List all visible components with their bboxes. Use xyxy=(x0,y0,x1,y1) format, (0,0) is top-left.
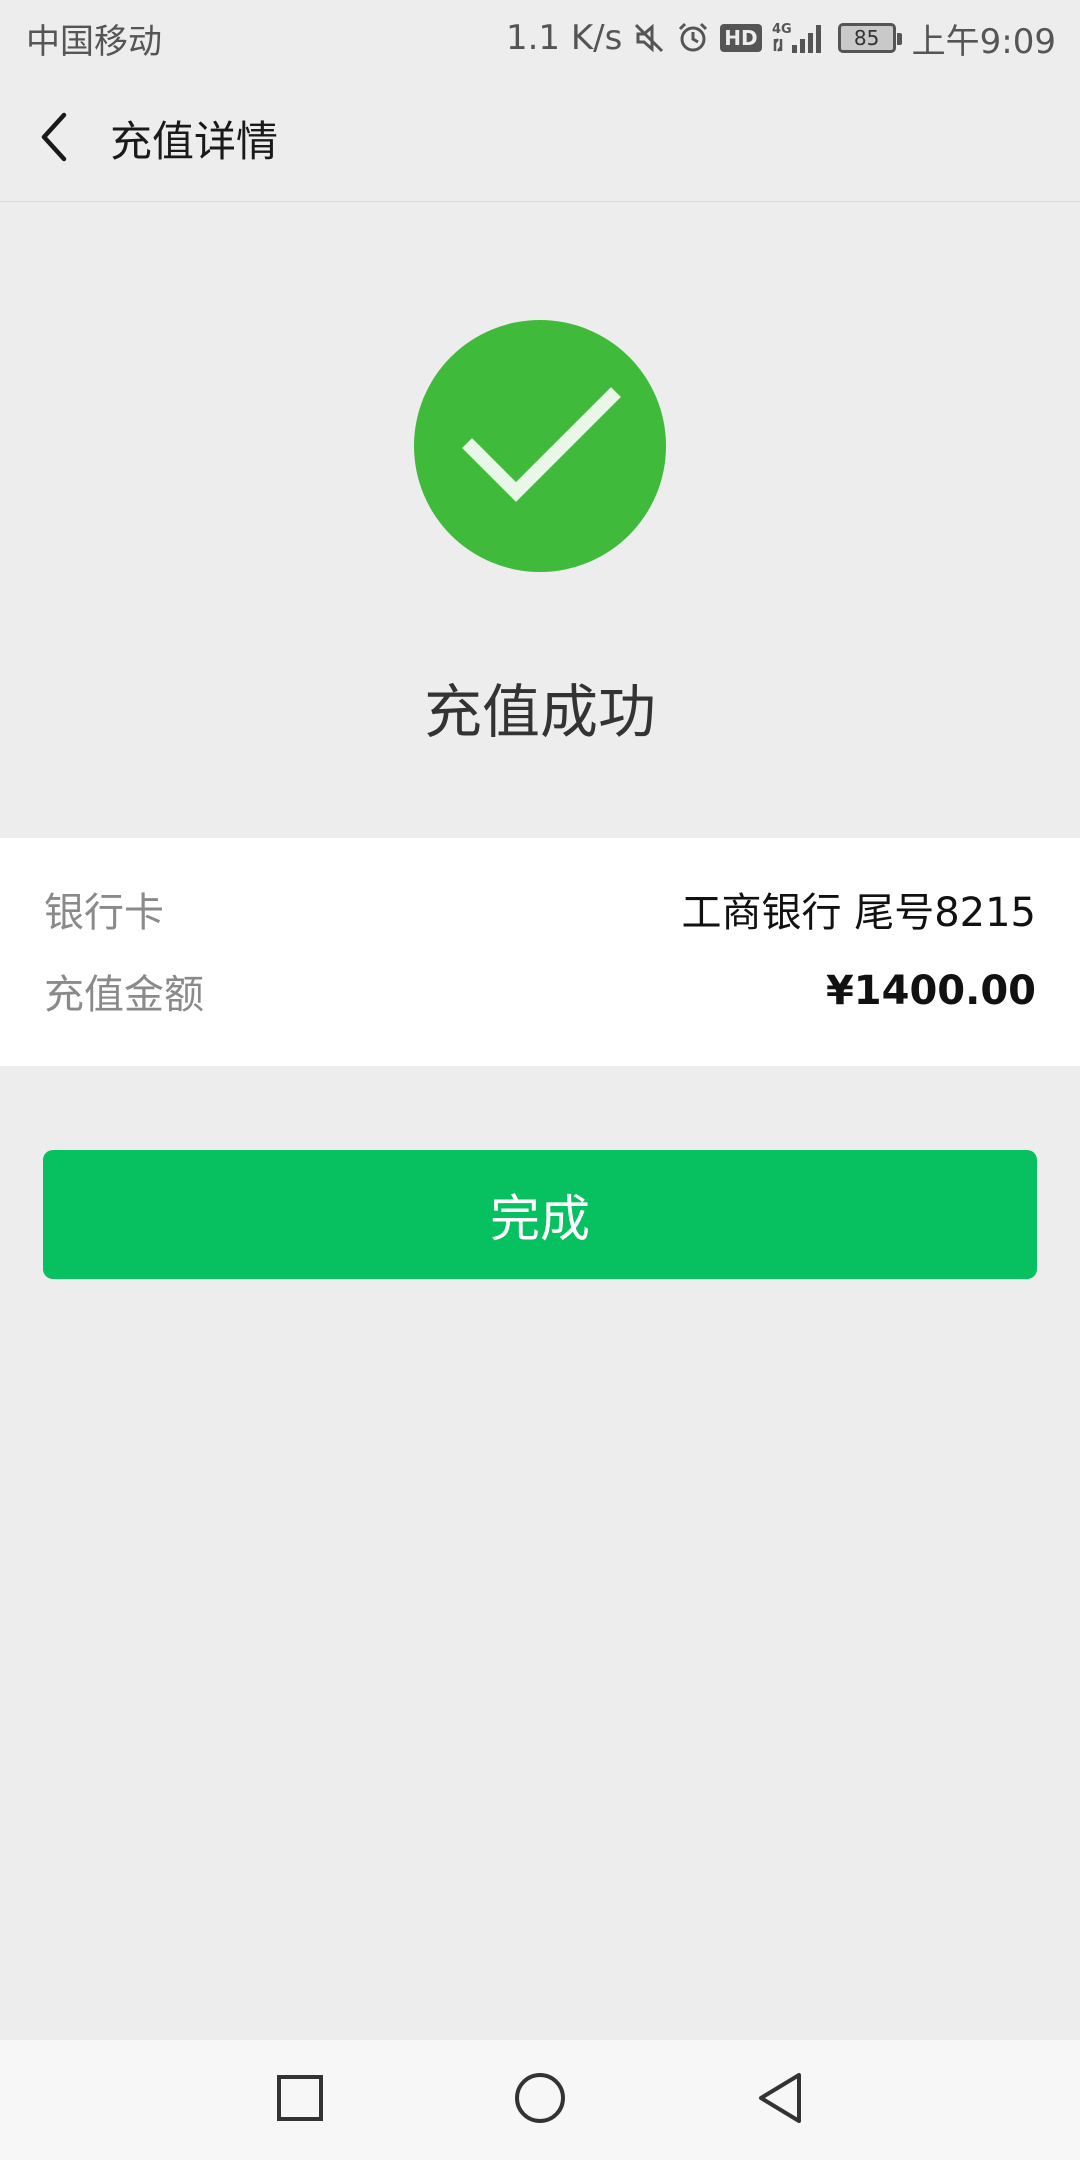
carrier-name: 中国移动 xyxy=(26,21,162,62)
bank-card-label: 银行卡 xyxy=(44,890,164,936)
recent-apps-button[interactable] xyxy=(240,2040,360,2160)
bank-card-row: 银行卡 工商银行 尾号8215 xyxy=(44,880,1036,938)
detail-card: 银行卡 工商银行 尾号8215 充值金额 ¥1400.00 xyxy=(0,838,1080,1066)
back-icon xyxy=(755,2071,805,2129)
amount-row: 充值金额 ¥1400.00 xyxy=(44,962,1036,1020)
recharge-detail-screen: 中国移动 1.1 K/s HD 4G 85 上午9:09 充值详情 充值成功 银… xyxy=(0,0,1080,2160)
amount-label: 充值金额 xyxy=(44,972,204,1018)
alarm-icon xyxy=(676,21,710,55)
result-title: 充值成功 xyxy=(423,678,656,746)
battery-icon: 85 xyxy=(837,23,902,53)
amount-value: ¥1400.00 xyxy=(825,968,1036,1014)
signal-icon: 4G xyxy=(772,21,828,55)
status-right: 1.1 K/s HD 4G 85 上午9:09 xyxy=(506,14,1056,63)
network-speed: 1.1 K/s xyxy=(505,18,623,58)
check-circle-icon xyxy=(414,320,666,572)
status-left: 中国移动 xyxy=(26,14,162,63)
done-button[interactable]: 完成 xyxy=(43,1150,1037,1279)
home-button[interactable] xyxy=(480,2040,600,2160)
hd-icon: HD xyxy=(720,24,762,52)
recent-apps-icon xyxy=(276,2074,324,2126)
status-bar: 中国移动 1.1 K/s HD 4G 85 上午9:09 xyxy=(0,0,1080,76)
svg-text:4G: 4G xyxy=(772,22,792,37)
system-back-button[interactable] xyxy=(720,2040,840,2160)
bank-card-value: 工商银行 尾号8215 xyxy=(681,890,1036,936)
back-button[interactable] xyxy=(4,76,104,201)
page-title: 充值详情 xyxy=(110,117,279,166)
back-arrow-icon xyxy=(36,111,72,167)
home-icon xyxy=(513,2071,567,2129)
clock: 上午9:09 xyxy=(911,21,1056,62)
battery-level: 85 xyxy=(853,26,880,50)
system-nav-bar xyxy=(0,2040,1080,2160)
nav-bar: 充值详情 xyxy=(0,76,1080,202)
mute-icon xyxy=(632,21,666,55)
